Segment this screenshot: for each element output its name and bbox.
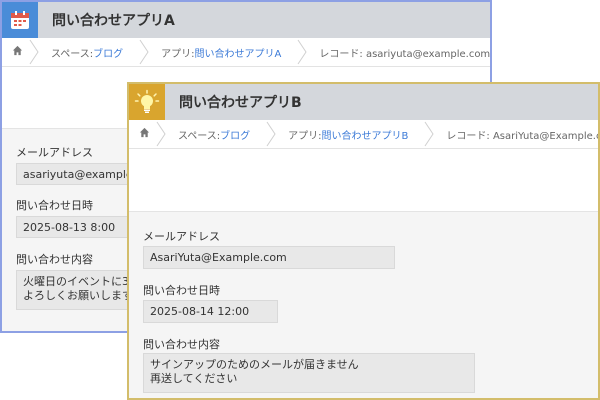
app-prefix: アプリ: bbox=[288, 130, 322, 142]
datetime-label: 問い合わせ日時 bbox=[143, 284, 220, 297]
app-link[interactable]: 問い合わせアプリB bbox=[322, 127, 409, 142]
breadcrumb-space: スペース: ブログ bbox=[39, 38, 139, 66]
record-label: レコード: asariyuta@example.com bbox=[319, 48, 491, 60]
record-label: レコード: AsariYuta@Example.com bbox=[446, 130, 598, 142]
content-label: 問い合わせ内容 bbox=[16, 253, 93, 266]
home-link[interactable] bbox=[2, 38, 29, 66]
lightbulb-icon bbox=[129, 84, 165, 120]
content-line: 再送してください bbox=[150, 372, 238, 385]
breadcrumb-separator bbox=[139, 38, 149, 66]
breadcrumb-space: スペース: ブログ bbox=[166, 120, 266, 148]
breadcrumb-separator bbox=[266, 120, 276, 148]
content-line: サインアップのためのメールが届きません bbox=[150, 358, 359, 371]
space-prefix: スペース: bbox=[51, 48, 94, 60]
breadcrumb-separator bbox=[156, 120, 166, 148]
app-link[interactable]: 問い合わせアプリA bbox=[195, 45, 282, 60]
email-label: メールアドレス bbox=[16, 146, 93, 159]
home-icon bbox=[139, 127, 150, 141]
home-link[interactable] bbox=[129, 120, 156, 148]
breadcrumb-app: アプリ: 問い合わせアプリB bbox=[276, 120, 424, 148]
space-link[interactable]: ブログ bbox=[220, 127, 250, 142]
calendar-icon bbox=[2, 2, 38, 38]
breadcrumb-separator bbox=[424, 120, 435, 148]
breadcrumb-app: アプリ: 問い合わせアプリA bbox=[149, 38, 297, 66]
app-b-titlebar: 問い合わせアプリB bbox=[129, 84, 598, 120]
email-field: AsariYuta@Example.com bbox=[143, 246, 395, 269]
app-b-record-panel: メールアドレス AsariYuta@Example.com 問い合わせ日時 20… bbox=[129, 211, 598, 398]
app-b-window: 問い合わせアプリB スペース: ブログ アプリ: 問い合わせアプリB レコード:… bbox=[127, 82, 600, 400]
app-a-titlebar: 問い合わせアプリA bbox=[2, 2, 490, 38]
content-field: サインアップのためのメールが届きません 再送してください bbox=[143, 353, 475, 393]
breadcrumb-record: レコード: AsariYuta@Example.com bbox=[434, 120, 598, 148]
datetime-label: 問い合わせ日時 bbox=[16, 199, 93, 212]
datetime-field: 2025-08-14 12:00 bbox=[143, 300, 278, 323]
space-link[interactable]: ブログ bbox=[93, 45, 123, 60]
breadcrumb-separator bbox=[29, 38, 39, 66]
app-b-title: 問い合わせアプリB bbox=[179, 95, 302, 111]
app-a-breadcrumb: スペース: ブログ アプリ: 問い合わせアプリA レコード: asariyuta… bbox=[2, 38, 490, 67]
breadcrumb-separator bbox=[297, 38, 307, 66]
space-prefix: スペース: bbox=[178, 130, 221, 142]
breadcrumb-record: レコード: asariyuta@example.com bbox=[307, 38, 491, 66]
email-label: メールアドレス bbox=[143, 230, 220, 243]
content-label: 問い合わせ内容 bbox=[143, 338, 220, 351]
app-b-breadcrumb: スペース: ブログ アプリ: 問い合わせアプリB レコード: AsariYuta… bbox=[129, 120, 598, 149]
home-icon bbox=[12, 45, 23, 59]
app-prefix: アプリ: bbox=[161, 48, 195, 60]
app-a-title: 問い合わせアプリA bbox=[52, 13, 175, 29]
